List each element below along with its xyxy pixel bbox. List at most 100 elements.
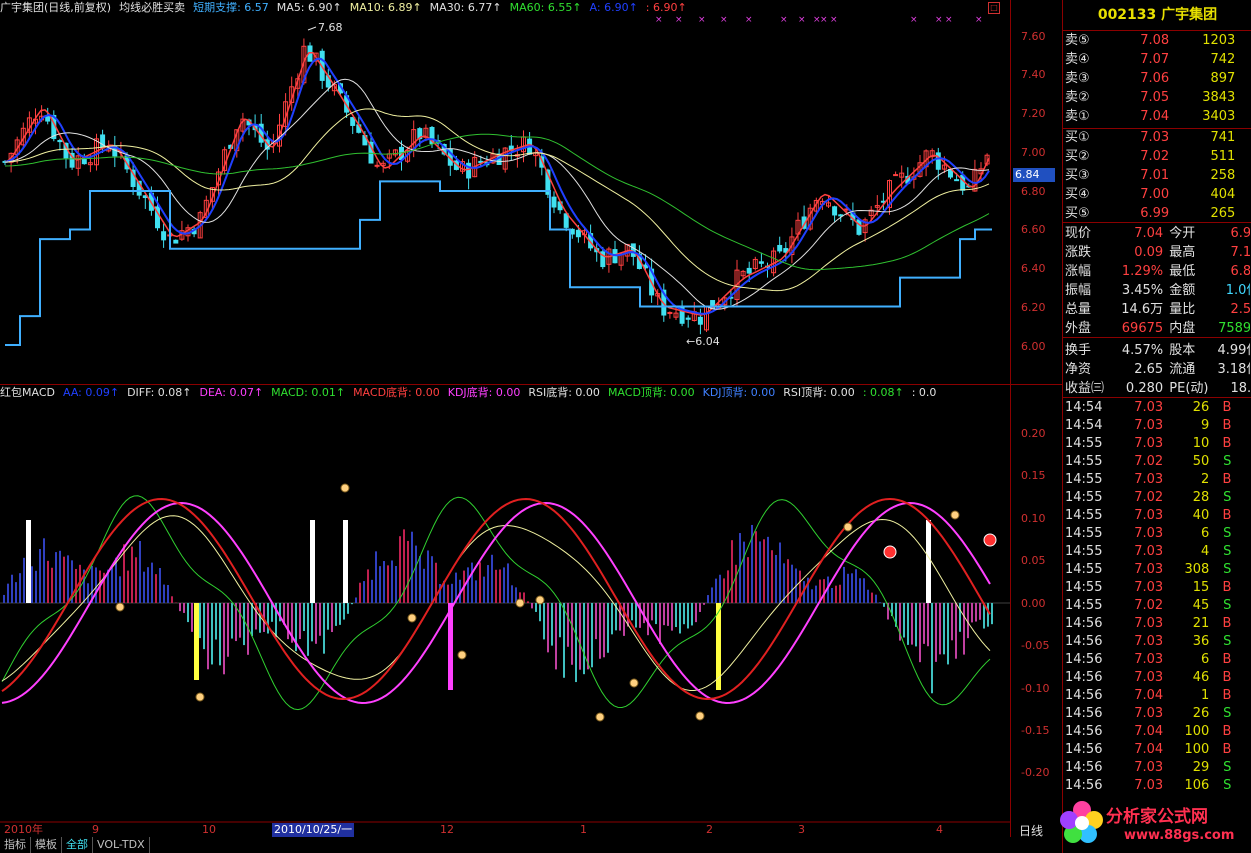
ask-row[interactable]: 卖④ 7.07 742	[1065, 50, 1250, 69]
ask-label: 卖④	[1065, 52, 1090, 67]
tick-row[interactable]: 14:55 7.03 10 B	[1065, 435, 1250, 453]
bid-row[interactable]: 买③ 7.01 258	[1065, 166, 1250, 185]
tick-price: 7.03	[1134, 544, 1164, 559]
tick-row[interactable]: 14:56 7.03 29 S	[1065, 759, 1250, 777]
tick-direction: B	[1222, 400, 1232, 415]
tick-row[interactable]: 14:56 7.04 1 B	[1065, 687, 1250, 705]
stock-header: 002133 广宇集团	[1063, 0, 1251, 31]
bid-row[interactable]: 买④ 7.00 404	[1065, 185, 1250, 204]
tick-direction: B	[1222, 418, 1232, 433]
stat-value: 1.29%	[1121, 264, 1164, 279]
tick-row[interactable]: 14:55 7.03 2 B	[1065, 471, 1250, 489]
candle-body	[777, 244, 783, 252]
tick-row[interactable]: 14:56 7.03 6 B	[1065, 651, 1250, 669]
extra-value: : 6.90↑	[645, 1, 687, 14]
bid-row[interactable]: 买① 7.03 741	[1065, 128, 1250, 147]
date-label: 12	[440, 823, 454, 836]
stat-value: 7.13	[1230, 245, 1250, 260]
ask-label: 卖①	[1065, 109, 1090, 124]
ytick: 6.40	[1021, 262, 1046, 275]
ytick: 6.00	[1021, 340, 1046, 353]
tick-row[interactable]: 14:56 7.04 100 B	[1065, 723, 1250, 741]
signal-bar	[448, 603, 453, 690]
tick-row[interactable]: 14:55 7.03 308 S	[1065, 561, 1250, 579]
stat-row: 振幅 3.45% 金额 1.0亿	[1065, 281, 1250, 300]
tick-time: 14:54	[1065, 418, 1103, 433]
tick-time: 14:56	[1065, 688, 1103, 703]
signal-mark-icon: ×	[655, 15, 663, 25]
signal-mark-icon: ×	[720, 15, 728, 25]
date-label: 10	[202, 823, 216, 836]
hand-marker-icon	[535, 595, 545, 605]
bid-row[interactable]: 买② 7.02 511	[1065, 147, 1250, 166]
candle-body	[630, 243, 636, 257]
tick-row[interactable]: 14:54 7.03 26 B	[1065, 399, 1250, 417]
tick-price: 7.03	[1134, 634, 1164, 649]
date-axis: 2010年 9 10 2010/10/25/一 12 1 2 3 4	[0, 823, 1010, 837]
candlestick-chart[interactable]: 7.68←6.04× × × × × × × × × × × × × ×	[0, 0, 1010, 823]
tick-row[interactable]: 14:56 7.03 46 B	[1065, 669, 1250, 687]
tick-row[interactable]: 14:55 7.02 28 S	[1065, 489, 1250, 507]
tick-time: 14:55	[1065, 598, 1103, 613]
tick-row[interactable]: 14:55 7.02 50 S	[1065, 453, 1250, 471]
ytick: 0.10	[1021, 512, 1046, 525]
bid-row[interactable]: 买⑤ 6.99 265	[1065, 204, 1250, 223]
tick-volume: 26	[1192, 706, 1210, 721]
tick-direction: S	[1223, 454, 1232, 469]
candle-body	[173, 239, 179, 244]
stat-key: 流通	[1169, 362, 1196, 377]
tick-row[interactable]: 14:55 7.03 40 B	[1065, 507, 1250, 525]
ask-row[interactable]: 卖③ 7.06 897	[1065, 69, 1250, 88]
tick-row[interactable]: 14:55 7.03 4 S	[1065, 543, 1250, 561]
tab-indicator[interactable]: 指标	[0, 837, 31, 853]
tick-row[interactable]: 14:54 7.03 9 B	[1065, 417, 1250, 435]
tab-all[interactable]: 全部	[62, 837, 93, 853]
tick-row[interactable]: 14:56 7.03 36 S	[1065, 633, 1250, 651]
hand-marker-icon	[115, 602, 125, 612]
tick-volume: 36	[1192, 634, 1210, 649]
ask-row[interactable]: 卖⑤ 7.08 1203	[1065, 31, 1250, 50]
tick-volume: 40	[1192, 508, 1210, 523]
tick-row[interactable]: 14:55 7.02 45 S	[1065, 597, 1250, 615]
tick-price: 7.03	[1134, 616, 1164, 631]
chart-area[interactable]: 7.68 ←6.04 × × × × × × × × × × × × × ×	[0, 0, 1062, 853]
tick-row[interactable]: 14:55 7.03 6 S	[1065, 525, 1250, 543]
watermark-url: www.88gs.com	[1124, 828, 1235, 843]
tick-direction: B	[1222, 580, 1232, 595]
signal-bar	[716, 603, 721, 690]
tick-volume: 46	[1192, 670, 1210, 685]
stat-value: 3.45%	[1121, 283, 1164, 298]
tick-row[interactable]: 14:55 7.03 15 B	[1065, 579, 1250, 597]
tick-direction: S	[1223, 526, 1232, 541]
ask-row[interactable]: 卖① 7.04 3403	[1065, 107, 1250, 126]
ask-volume: 897	[1210, 71, 1236, 86]
tick-row[interactable]: 14:56 7.04 100 B	[1065, 741, 1250, 759]
tick-row[interactable]: 14:56 7.03 21 B	[1065, 615, 1250, 633]
tick-volume: 6	[1201, 526, 1210, 541]
hand-marker-icon	[595, 712, 605, 722]
tick-direction: S	[1223, 598, 1232, 613]
tick-volume: 308	[1184, 562, 1210, 577]
tab-template[interactable]: 模板	[31, 837, 62, 853]
tab-vol[interactable]: VOL-TDX	[93, 837, 150, 853]
divider	[1063, 128, 1251, 129]
signal-mark-icon: ×	[910, 15, 918, 25]
date-cursor-label: 2010/10/25/一	[272, 823, 355, 837]
candle-body	[856, 219, 862, 235]
tick-row[interactable]: 14:56 7.03 26 S	[1065, 705, 1250, 723]
tick-time: 14:55	[1065, 580, 1103, 595]
tick-time: 14:55	[1065, 436, 1103, 451]
tick-direction: B	[1222, 616, 1232, 631]
high-price-label: 7.68	[318, 21, 343, 34]
date-label: 3	[798, 823, 805, 836]
tick-direction: S	[1223, 778, 1232, 793]
ask-row[interactable]: 卖② 7.05 3843	[1065, 88, 1250, 107]
low-price-label: ←6.04	[686, 335, 720, 348]
stat-key: 现价	[1065, 226, 1092, 241]
tick-volume: 2	[1201, 472, 1210, 487]
tick-price: 7.02	[1134, 598, 1164, 613]
close-icon[interactable]: □	[988, 2, 1000, 14]
signal-mark-icon: ×	[780, 15, 788, 25]
hand-marker-icon	[195, 692, 205, 702]
tick-row[interactable]: 14:56 7.03 106 S	[1065, 777, 1250, 795]
